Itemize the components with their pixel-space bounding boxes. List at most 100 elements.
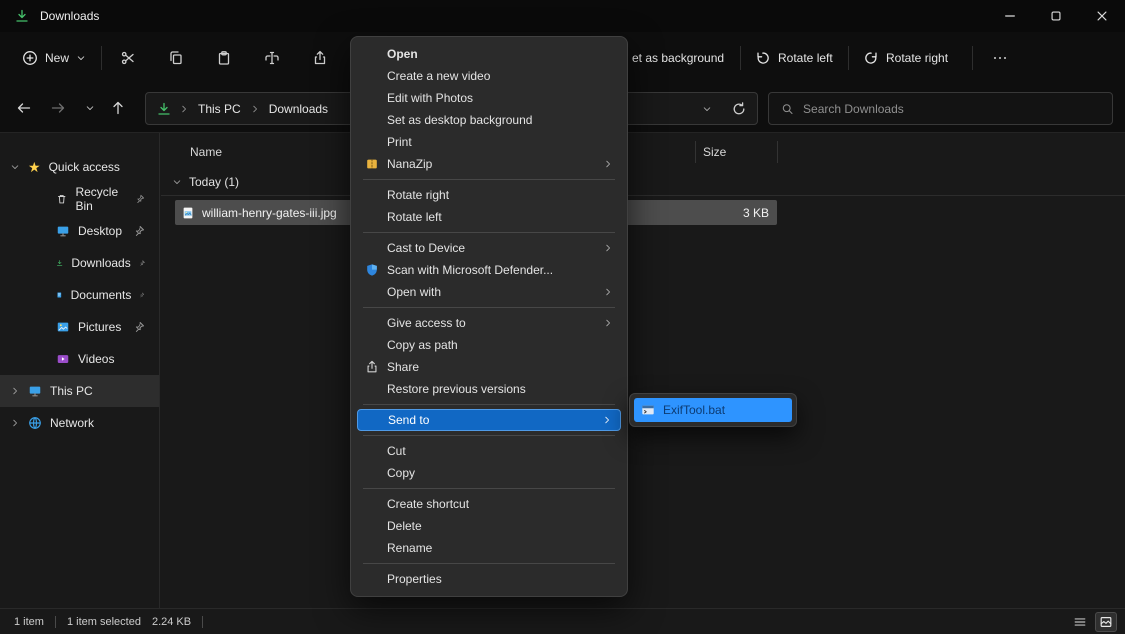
status-selected: 1 item selected [67,616,141,628]
chevron-right-icon [603,243,613,253]
forward-arrow-icon [50,100,66,116]
chevron-right-icon [603,318,613,328]
downloads-icon [56,256,63,270]
set-as-background-button[interactable]: et as background [632,51,724,65]
submenu-item-exiftool[interactable]: ExifTool.bat [634,398,792,422]
sidebar-item-this-pc[interactable]: This PC [0,375,159,407]
menu-item-restore-previous-versions[interactable]: Restore previous versions [357,378,621,400]
thumbnail-view-button[interactable] [1095,612,1117,632]
refresh-icon[interactable] [731,101,747,117]
sidebar-item-downloads[interactable]: Downloads [0,247,159,279]
menu-item-label: Copy [387,466,415,480]
menu-item-nanazip[interactable]: NanaZip [357,153,621,175]
menu-separator [363,563,615,564]
documents-icon [56,288,63,302]
downloads-icon [14,8,30,24]
menu-item-label: Cut [387,444,406,458]
menu-item-set-as-desktop-background[interactable]: Set as desktop background [357,109,621,131]
menu-item-give-access-to[interactable]: Give access to [357,312,621,334]
sidebar-item-videos[interactable]: Videos [0,343,159,375]
status-item-count: 1 item [14,616,44,628]
up-arrow-icon [110,100,126,116]
menu-item-share[interactable]: Share [357,356,621,378]
see-more-button[interactable] [986,44,1014,72]
maximize-icon [1049,9,1063,23]
pin-icon [133,321,145,333]
group-header-today[interactable]: Today (1) [172,175,239,189]
menu-item-print[interactable]: Print [357,131,621,153]
menu-separator [363,179,615,180]
column-header-size[interactable]: Size [703,145,726,159]
recent-locations-button[interactable] [76,94,104,122]
desktop-icon [56,224,70,238]
menu-item-cut[interactable]: Cut [357,440,621,462]
search-box[interactable] [768,92,1113,125]
rotate-right-icon [863,50,879,66]
send-to-submenu: ExifTool.bat [629,393,797,427]
menu-item-create-a-new-video[interactable]: Create a new video [357,65,621,87]
breadcrumb-this-pc[interactable]: This PC [196,100,243,118]
menu-item-cast-to-device[interactable]: Cast to Device [357,237,621,259]
menu-item-open[interactable]: Open [357,43,621,65]
minimize-icon [1003,9,1017,23]
downloads-icon [156,101,172,117]
menu-item-rotate-left[interactable]: Rotate left [357,206,621,228]
column-header-name[interactable]: Name [190,145,222,159]
up-button[interactable] [104,94,132,122]
sidebar-item-label: This PC [50,384,93,398]
menu-item-open-with[interactable]: Open with [357,281,621,303]
column-divider[interactable] [777,141,778,163]
menu-item-scan-with-microsoft-defender[interactable]: Scan with Microsoft Defender... [357,259,621,281]
chevron-down-icon [172,177,182,187]
column-divider[interactable] [695,141,696,163]
sidebar-item-documents[interactable]: Documents [0,279,159,311]
menu-item-copy[interactable]: Copy [357,462,621,484]
status-divider [202,616,203,628]
forward-button[interactable] [44,94,72,122]
rotate-right-button[interactable]: Rotate right [863,50,948,66]
cut-button[interactable] [114,44,142,72]
sidebar-item-network[interactable]: Network [0,407,159,439]
details-view-button[interactable] [1069,612,1091,632]
chevron-down-icon [76,53,86,63]
back-button[interactable] [10,94,38,122]
share-icon [312,50,328,66]
close-button[interactable] [1079,0,1125,32]
rotate-left-button[interactable]: Rotate left [755,50,833,66]
rename-button[interactable] [258,44,286,72]
menu-item-rotate-right[interactable]: Rotate right [357,184,621,206]
menu-item-label: Rotate left [387,210,442,224]
sidebar-item-quick-access[interactable]: ★ Quick access [0,151,159,183]
network-icon [28,416,42,430]
menu-item-label: Open [387,47,418,61]
menu-item-rename[interactable]: Rename [357,537,621,559]
copy-button[interactable] [162,44,190,72]
sidebar-item-recycle-bin[interactable]: Recycle Bin [0,183,159,215]
sidebar-item-label: Videos [78,352,114,366]
sidebar-item-desktop[interactable]: Desktop [0,215,159,247]
sidebar-item-pictures[interactable]: Pictures [0,311,159,343]
menu-item-create-shortcut[interactable]: Create shortcut [357,493,621,515]
set-as-background-label: et as background [632,51,724,65]
new-button[interactable]: New [14,44,94,72]
maximize-button[interactable] [1033,0,1079,32]
breadcrumb-downloads[interactable]: Downloads [267,100,330,118]
menu-item-send-to[interactable]: Send to [357,409,621,431]
menu-item-copy-as-path[interactable]: Copy as path [357,334,621,356]
rotate-left-icon [755,50,771,66]
address-dropdown-icon[interactable] [702,104,712,114]
search-icon [781,102,794,116]
menu-separator [363,232,615,233]
menu-item-properties[interactable]: Properties [357,568,621,590]
sidebar-item-label: Network [50,416,94,430]
search-input[interactable] [803,102,1100,116]
menu-item-edit-with-photos[interactable]: Edit with Photos [357,87,621,109]
share-button[interactable] [306,44,334,72]
menu-item-delete[interactable]: Delete [357,515,621,537]
this-pc-icon [28,384,42,398]
details-view-icon [1073,615,1087,629]
chevron-right-icon [10,386,20,396]
minimize-button[interactable] [987,0,1033,32]
menu-item-label: Properties [387,572,442,586]
paste-button[interactable] [210,44,238,72]
